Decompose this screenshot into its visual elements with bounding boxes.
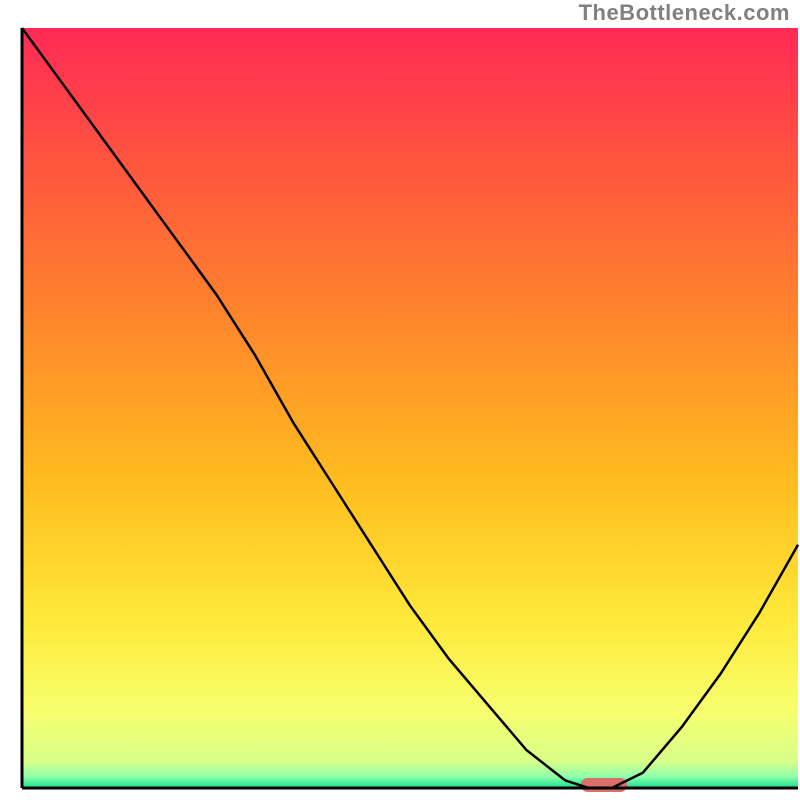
watermark-text: TheBottleneck.com [579,0,790,26]
plot-background [22,28,798,788]
bottleneck-chart [0,0,800,800]
chart-container: TheBottleneck.com [0,0,800,800]
